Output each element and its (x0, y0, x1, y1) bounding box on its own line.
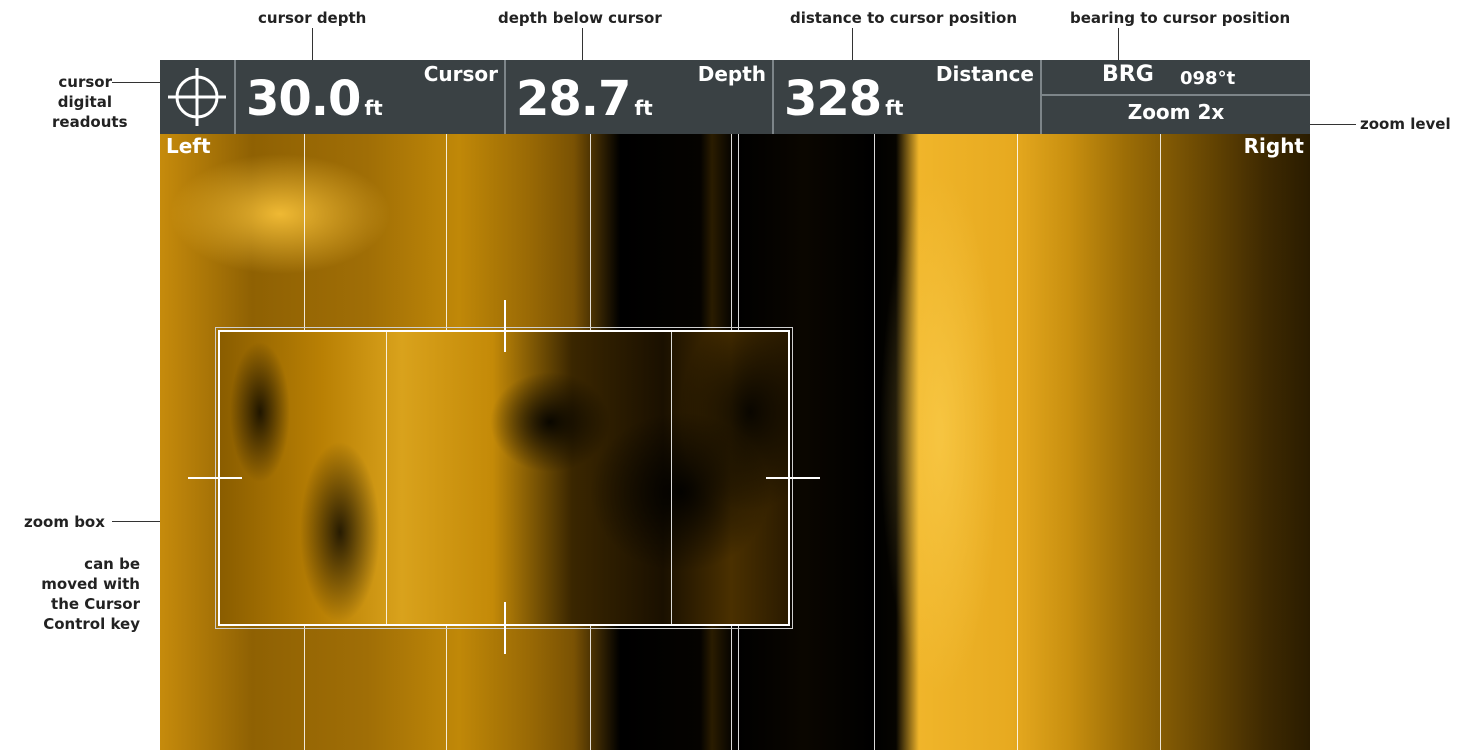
distance-label: Distance (935, 62, 1034, 86)
side-imaging-view[interactable]: Left Right (160, 134, 1310, 750)
bearing-value: 098°t (1180, 68, 1236, 89)
zoom-box-handle-right[interactable] (766, 477, 820, 479)
callout-zoom-box-note: can be moved with the Cursor Control key (41, 555, 140, 633)
left-label: Left (166, 134, 211, 158)
callout-depth-below-cursor: depth below cursor (498, 9, 662, 27)
cursor-icon-box[interactable] (160, 60, 236, 134)
zoom-box-handle-top[interactable] (504, 300, 506, 352)
depth-label: Depth (697, 62, 766, 86)
callout-distance: distance to cursor position (790, 9, 1017, 27)
right-label: Right (1243, 134, 1304, 158)
distance-readout: Distance 328 ft (774, 60, 1042, 134)
zoom-box[interactable] (215, 327, 793, 629)
callout-zoom-box: zoom box (24, 513, 105, 531)
zoom-box-handle-left[interactable] (188, 477, 242, 479)
depth-unit: ft (634, 96, 653, 120)
zoom-gridline (386, 332, 387, 624)
sonar-screen: Cursor 30.0 ft Depth 28.7 ft Distance 328 f… (160, 60, 1310, 750)
depth-readout: Depth 28.7 ft (506, 60, 774, 134)
callout-cursor-depth: cursor depth (258, 9, 367, 27)
zoom-box-handle-bottom[interactable] (504, 602, 506, 654)
callout-zoom-level: zoom level (1360, 115, 1451, 133)
zoom-level-value: Zoom 2x (1127, 100, 1225, 124)
bearing-label: BRG (1102, 62, 1154, 87)
callout-cursor-readouts: cursor digital readouts (52, 73, 128, 131)
range-gridline (1017, 134, 1018, 750)
depth-value: 28.7 (516, 71, 631, 127)
cursor-label: Cursor (423, 62, 498, 86)
range-gridline (874, 134, 875, 750)
zoom-gridline (671, 332, 672, 624)
crosshair-icon (168, 68, 226, 126)
range-gridline (1160, 134, 1161, 750)
leader-cursor-readouts (112, 82, 167, 83)
bearing-zoom-readout: BRG 098°t Zoom 2x (1042, 60, 1310, 134)
callout-bearing: bearing to cursor position (1070, 9, 1291, 27)
distance-value: 328 (784, 71, 882, 127)
cursor-depth-value: 30.0 (246, 71, 361, 127)
cursor-depth-unit: ft (364, 96, 383, 120)
data-bar: Cursor 30.0 ft Depth 28.7 ft Distance 328 f… (160, 60, 1310, 134)
cursor-depth-readout: Cursor 30.0 ft (236, 60, 506, 134)
distance-unit: ft (885, 96, 904, 120)
